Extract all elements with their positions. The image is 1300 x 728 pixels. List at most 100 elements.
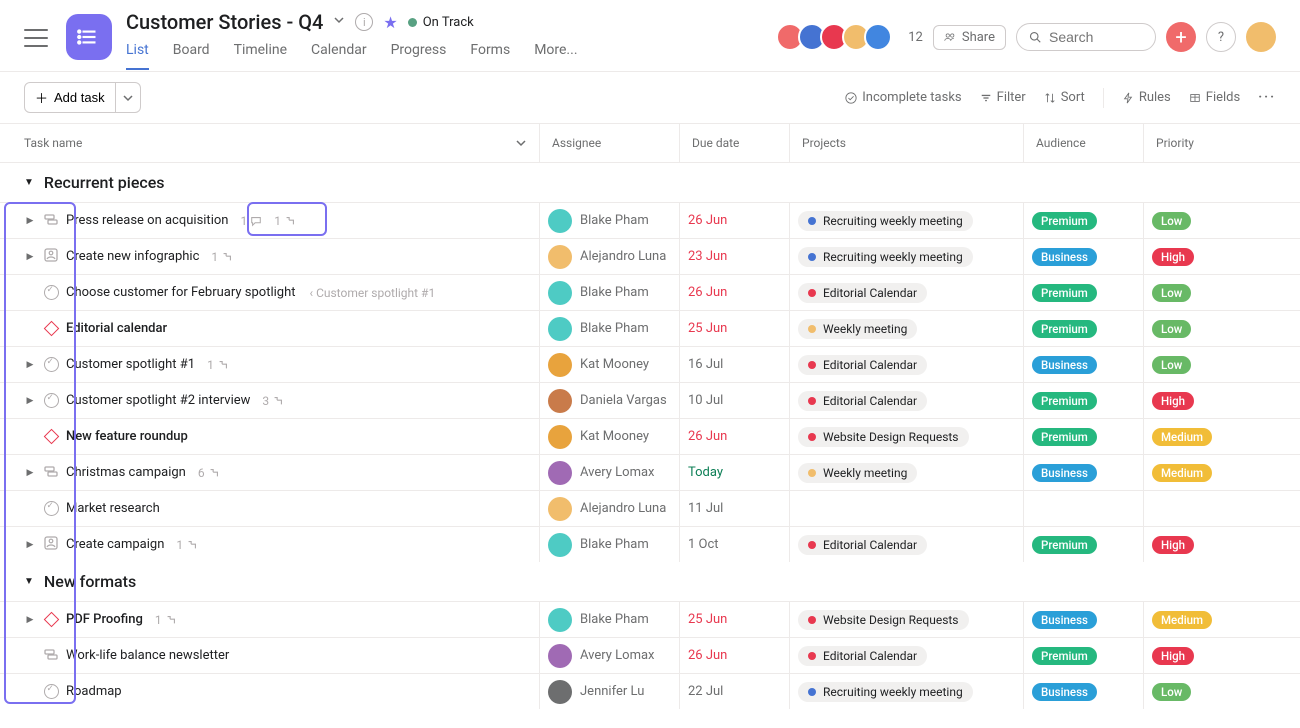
- task-name[interactable]: Customer spotlight #1: [66, 357, 195, 372]
- priority-tag[interactable]: Medium: [1152, 611, 1212, 629]
- task-row[interactable]: ▶Create campaign1 Blake Pham1 OctEditori…: [0, 526, 1300, 562]
- project-pill[interactable]: Recruiting weekly meeting: [798, 247, 973, 267]
- due-date[interactable]: 26 Jun: [688, 213, 727, 228]
- more-actions[interactable]: ···: [1258, 90, 1276, 105]
- assignee-name[interactable]: Blake Pham: [580, 612, 649, 627]
- audience-tag[interactable]: Premium: [1032, 647, 1097, 665]
- add-task-dropdown[interactable]: [116, 82, 141, 113]
- due-date[interactable]: 1 Oct: [688, 537, 719, 552]
- audience-tag[interactable]: Business: [1032, 356, 1097, 374]
- help-button[interactable]: ?: [1206, 22, 1236, 52]
- task-row[interactable]: ▶PDF Proofing1 Blake Pham25 JunWebsite D…: [0, 601, 1300, 637]
- audience-tag[interactable]: Business: [1032, 248, 1097, 266]
- assignee-name[interactable]: Blake Pham: [580, 537, 649, 552]
- task-name[interactable]: PDF Proofing: [66, 612, 143, 627]
- task-row[interactable]: New feature roundupKat Mooney26 JunWebsi…: [0, 418, 1300, 454]
- audience-tag[interactable]: Premium: [1032, 428, 1097, 446]
- expand-icon[interactable]: ▶: [24, 216, 36, 226]
- col-audience[interactable]: Audience: [1024, 124, 1144, 162]
- chevron-down-icon[interactable]: [515, 137, 527, 149]
- audience-tag[interactable]: Business: [1032, 683, 1097, 701]
- expand-icon[interactable]: ▶: [24, 396, 36, 406]
- audience-tag[interactable]: Premium: [1032, 284, 1097, 302]
- task-name[interactable]: Work-life balance newsletter: [66, 648, 229, 663]
- task-name[interactable]: Market research: [66, 501, 160, 516]
- project-dropdown[interactable]: [333, 14, 345, 30]
- due-date[interactable]: 25 Jun: [688, 321, 727, 336]
- task-name[interactable]: Choose customer for February spotlight: [66, 285, 295, 300]
- due-date[interactable]: 25 Jun: [688, 612, 727, 627]
- incomplete-filter[interactable]: Incomplete tasks: [845, 90, 961, 105]
- priority-tag[interactable]: Low: [1152, 356, 1191, 374]
- priority-tag[interactable]: Low: [1152, 320, 1191, 338]
- task-row[interactable]: Editorial calendarBlake Pham25 JunWeekly…: [0, 310, 1300, 346]
- project-pill[interactable]: Recruiting weekly meeting: [798, 682, 973, 702]
- priority-tag[interactable]: High: [1152, 248, 1194, 266]
- fields-button[interactable]: Fields: [1189, 90, 1240, 105]
- tab-timeline[interactable]: Timeline: [234, 42, 287, 70]
- check-icon[interactable]: [44, 501, 59, 516]
- add-task-button[interactable]: ＋ Add task: [24, 82, 116, 113]
- audience-tag[interactable]: Premium: [1032, 320, 1097, 338]
- project-pill[interactable]: Editorial Calendar: [798, 283, 927, 303]
- assignee-name[interactable]: Blake Pham: [580, 321, 649, 336]
- assignee-name[interactable]: Jennifer Lu: [580, 684, 644, 699]
- task-name[interactable]: New feature roundup: [66, 429, 188, 444]
- collapse-icon[interactable]: ▼: [24, 177, 34, 188]
- priority-tag[interactable]: High: [1152, 536, 1194, 554]
- tab-calendar[interactable]: Calendar: [311, 42, 367, 70]
- tab-board[interactable]: Board: [173, 42, 210, 70]
- task-name[interactable]: Christmas campaign: [66, 465, 186, 480]
- check-icon[interactable]: [44, 684, 59, 699]
- member-avatars[interactable]: [782, 23, 892, 51]
- search-box[interactable]: [1016, 23, 1156, 51]
- project-pill[interactable]: Editorial Calendar: [798, 391, 927, 411]
- col-assignee[interactable]: Assignee: [540, 124, 680, 162]
- assignee-name[interactable]: Kat Mooney: [580, 357, 649, 372]
- expand-icon[interactable]: ▶: [24, 468, 36, 478]
- priority-tag[interactable]: Low: [1152, 212, 1191, 230]
- info-icon[interactable]: i: [355, 13, 373, 31]
- project-pill[interactable]: Editorial Calendar: [798, 355, 927, 375]
- project-pill[interactable]: Editorial Calendar: [798, 646, 927, 666]
- due-date[interactable]: 16 Jul: [688, 357, 723, 372]
- tab-list[interactable]: List: [126, 42, 149, 70]
- due-date[interactable]: Today: [688, 465, 723, 480]
- audience-tag[interactable]: Premium: [1032, 212, 1097, 230]
- tab-progress[interactable]: Progress: [391, 42, 447, 70]
- due-date[interactable]: 23 Jun: [688, 249, 727, 264]
- task-row[interactable]: Market research Alejandro Luna 11 Jul: [0, 490, 1300, 526]
- priority-tag[interactable]: High: [1152, 392, 1194, 410]
- expand-icon[interactable]: ▶: [24, 540, 36, 550]
- expand-icon[interactable]: ▶: [24, 252, 36, 262]
- col-due[interactable]: Due date: [680, 124, 790, 162]
- section-header[interactable]: ▼New formats: [0, 562, 1300, 601]
- filter-button[interactable]: Filter: [980, 90, 1026, 105]
- audience-tag[interactable]: Premium: [1032, 392, 1097, 410]
- project-pill[interactable]: Weekly meeting: [798, 463, 917, 483]
- col-projects[interactable]: Projects: [790, 124, 1024, 162]
- assignee-name[interactable]: Avery Lomax: [580, 465, 655, 480]
- project-status[interactable]: On Track: [408, 15, 474, 30]
- project-pill[interactable]: Recruiting weekly meeting: [798, 211, 973, 231]
- share-button[interactable]: Share: [933, 25, 1006, 50]
- project-pill[interactable]: Website Design Requests: [798, 427, 969, 447]
- assignee-name[interactable]: Avery Lomax: [580, 648, 655, 663]
- priority-tag[interactable]: Low: [1152, 284, 1191, 302]
- star-icon[interactable]: ★: [383, 13, 397, 32]
- due-date[interactable]: 11 Jul: [688, 501, 723, 516]
- task-row[interactable]: ▶Press release on acquisition1 1 Blake P…: [0, 202, 1300, 238]
- due-date[interactable]: 26 Jun: [688, 429, 727, 444]
- col-task-name[interactable]: Task name: [24, 136, 82, 150]
- task-row[interactable]: Work-life balance newsletterAvery Lomax2…: [0, 637, 1300, 673]
- assignee-name[interactable]: Blake Pham: [580, 213, 649, 228]
- project-pill[interactable]: Weekly meeting: [798, 319, 917, 339]
- section-header[interactable]: ▼Recurrent pieces: [0, 163, 1300, 202]
- assignee-name[interactable]: Alejandro Luna: [580, 501, 666, 516]
- audience-tag[interactable]: Business: [1032, 464, 1097, 482]
- assignee-name[interactable]: Daniela Vargas: [580, 393, 667, 408]
- task-name[interactable]: Create campaign: [66, 537, 164, 552]
- sort-button[interactable]: Sort: [1044, 90, 1085, 105]
- due-date[interactable]: 26 Jun: [688, 285, 727, 300]
- task-row[interactable]: ▶Create new infographic1 Alejandro Luna2…: [0, 238, 1300, 274]
